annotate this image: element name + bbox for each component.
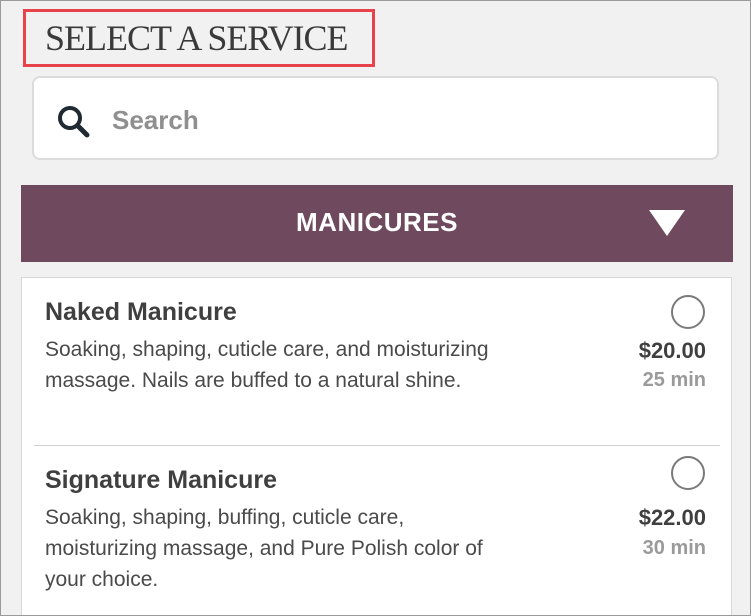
service-description: Soaking, shaping, cuticle care, and mois… [45, 338, 489, 392]
service-select-radio[interactable] [671, 295, 705, 329]
service-duration: 30 min [642, 537, 706, 559]
service-price: $20.00 [638, 338, 706, 363]
service-name: Signature Manicure [45, 466, 277, 494]
search-box[interactable] [32, 76, 719, 160]
service-item-naked-manicure[interactable]: Naked Manicure Soaking, shaping, cuticle… [34, 278, 720, 445]
service-duration: 25 min [642, 369, 706, 391]
service-description: Soaking, shaping, buffing, cuticle care,… [45, 506, 483, 591]
triangle-down-icon[interactable] [649, 210, 685, 236]
category-label: MANICURES [296, 207, 458, 237]
service-list: Naked Manicure Soaking, shaping, cuticle… [21, 277, 732, 615]
service-item-signature-manicure[interactable]: Signature Manicure Soaking, shaping, buf… [34, 445, 720, 615]
service-select-radio[interactable] [671, 456, 705, 490]
app-frame: SELECT A SERVICE MANICURES Naked Manicur… [0, 0, 751, 616]
category-dropdown-manicures[interactable]: MANICURES [21, 185, 733, 262]
search-input[interactable] [112, 100, 692, 140]
page-title: SELECT A SERVICE [45, 18, 348, 58]
service-price: $22.00 [638, 505, 706, 530]
service-name: Naked Manicure [45, 298, 237, 326]
search-icon[interactable] [56, 104, 90, 138]
